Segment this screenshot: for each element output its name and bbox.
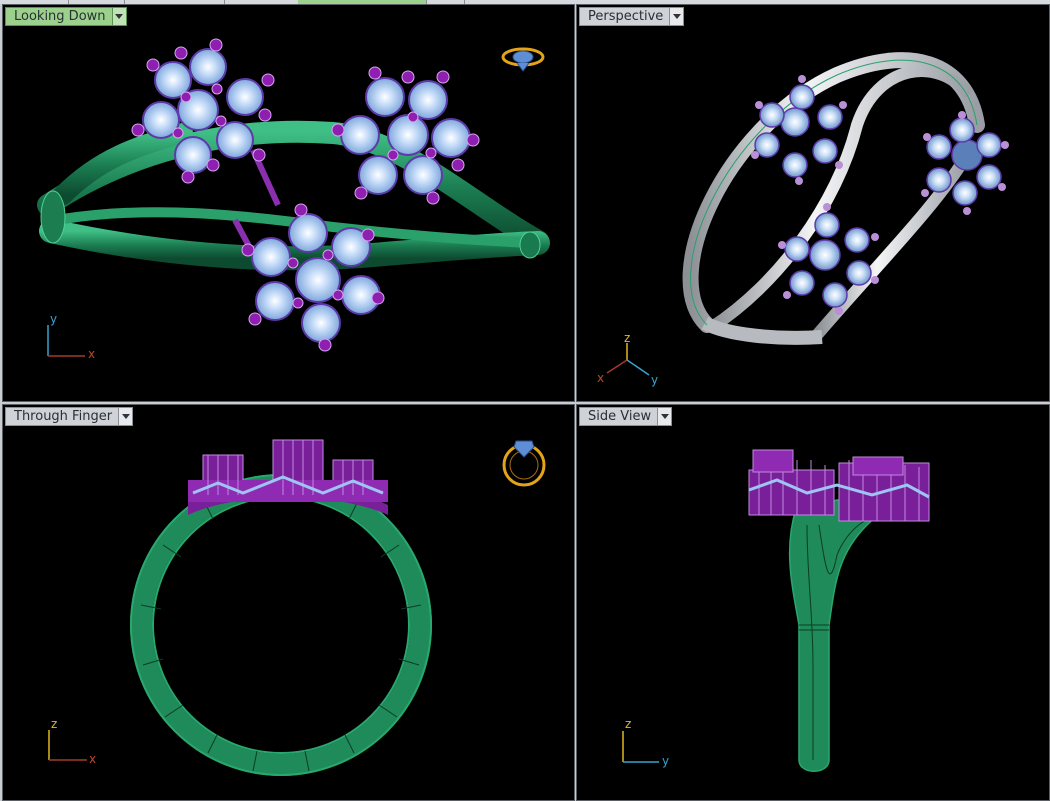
axis-label-vertical: y [50,312,58,326]
axis-indicator [606,343,650,376]
axis-label-horizontal: x [89,752,97,766]
chevron-down-icon[interactable] [669,8,684,25]
axis-label-vertical: z [625,717,632,731]
viewport-title: Through Finger [14,409,113,424]
axis-label-z: z [624,331,631,345]
viewport-title: Looking Down [14,9,106,24]
axis-label-y: y [651,373,659,387]
perspective-view-model [606,52,1009,376]
viewport-top[interactable]: y x Looking Down [2,4,575,402]
viewport-title-tab[interactable]: Side View [579,407,673,426]
viewport-title: Perspective [588,9,664,24]
chevron-down-icon[interactable] [657,408,672,425]
viewport-title-tab[interactable]: Looking Down [5,7,127,26]
viewport-perspective[interactable]: z x y Perspective [576,4,1050,402]
side-view-model [622,449,930,772]
viewport-title-tab[interactable]: Perspective [579,7,685,26]
chevron-down-icon[interactable] [118,408,133,425]
chevron-down-icon[interactable] [111,8,126,25]
axis-label-horizontal: y [662,754,670,768]
axis-indicator [47,325,85,357]
viewport-title-tab[interactable]: Through Finger [5,407,134,426]
front-view-model [48,439,546,776]
axis-label-vertical: z [51,717,58,731]
ring-front-icon [502,440,546,487]
viewport-side[interactable]: z y Side View [576,404,1050,801]
top-view-model [37,38,550,357]
axis-indicator [48,730,87,761]
axis-label-horizontal: x [88,347,96,361]
axis-label-x: x [597,371,605,385]
axis-indicator [622,731,659,763]
viewport-front[interactable]: z x Through Finger [2,404,575,801]
viewport-title: Side View [588,409,652,424]
gem-ring-top-icon [501,47,545,72]
